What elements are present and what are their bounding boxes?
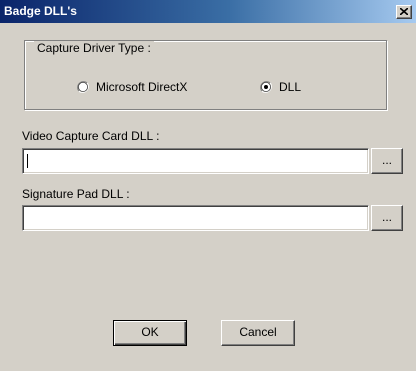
video-capture-label: Video Capture Card DLL : [22, 129, 160, 143]
radio-dll[interactable] [260, 81, 272, 93]
text-caret [27, 154, 28, 168]
badge-dll-dialog: Badge DLL's Capture Driver Type : Micros… [0, 0, 416, 371]
radio-label-microsoft-directx[interactable]: Microsoft DirectX [96, 80, 187, 94]
radio-label-dll[interactable]: DLL [279, 80, 301, 94]
signature-pad-dll-input[interactable] [22, 205, 369, 231]
radio-unchecked-icon [77, 81, 89, 93]
video-capture-browse-button[interactable]: ... [371, 148, 403, 174]
title-bar[interactable]: Badge DLL's [0, 0, 416, 23]
signature-pad-label: Signature Pad DLL : [22, 187, 130, 201]
close-button[interactable] [396, 5, 412, 19]
capture-driver-legend: Capture Driver Type : [34, 41, 154, 55]
cancel-button[interactable]: Cancel [221, 320, 295, 346]
video-capture-dll-input[interactable] [22, 148, 369, 174]
window-title: Badge DLL's [4, 4, 77, 18]
radio-checked-icon [260, 81, 272, 93]
signature-pad-browse-button[interactable]: ... [371, 205, 403, 231]
radio-microsoft-directx[interactable] [77, 81, 89, 93]
ok-button[interactable]: OK [113, 320, 187, 346]
